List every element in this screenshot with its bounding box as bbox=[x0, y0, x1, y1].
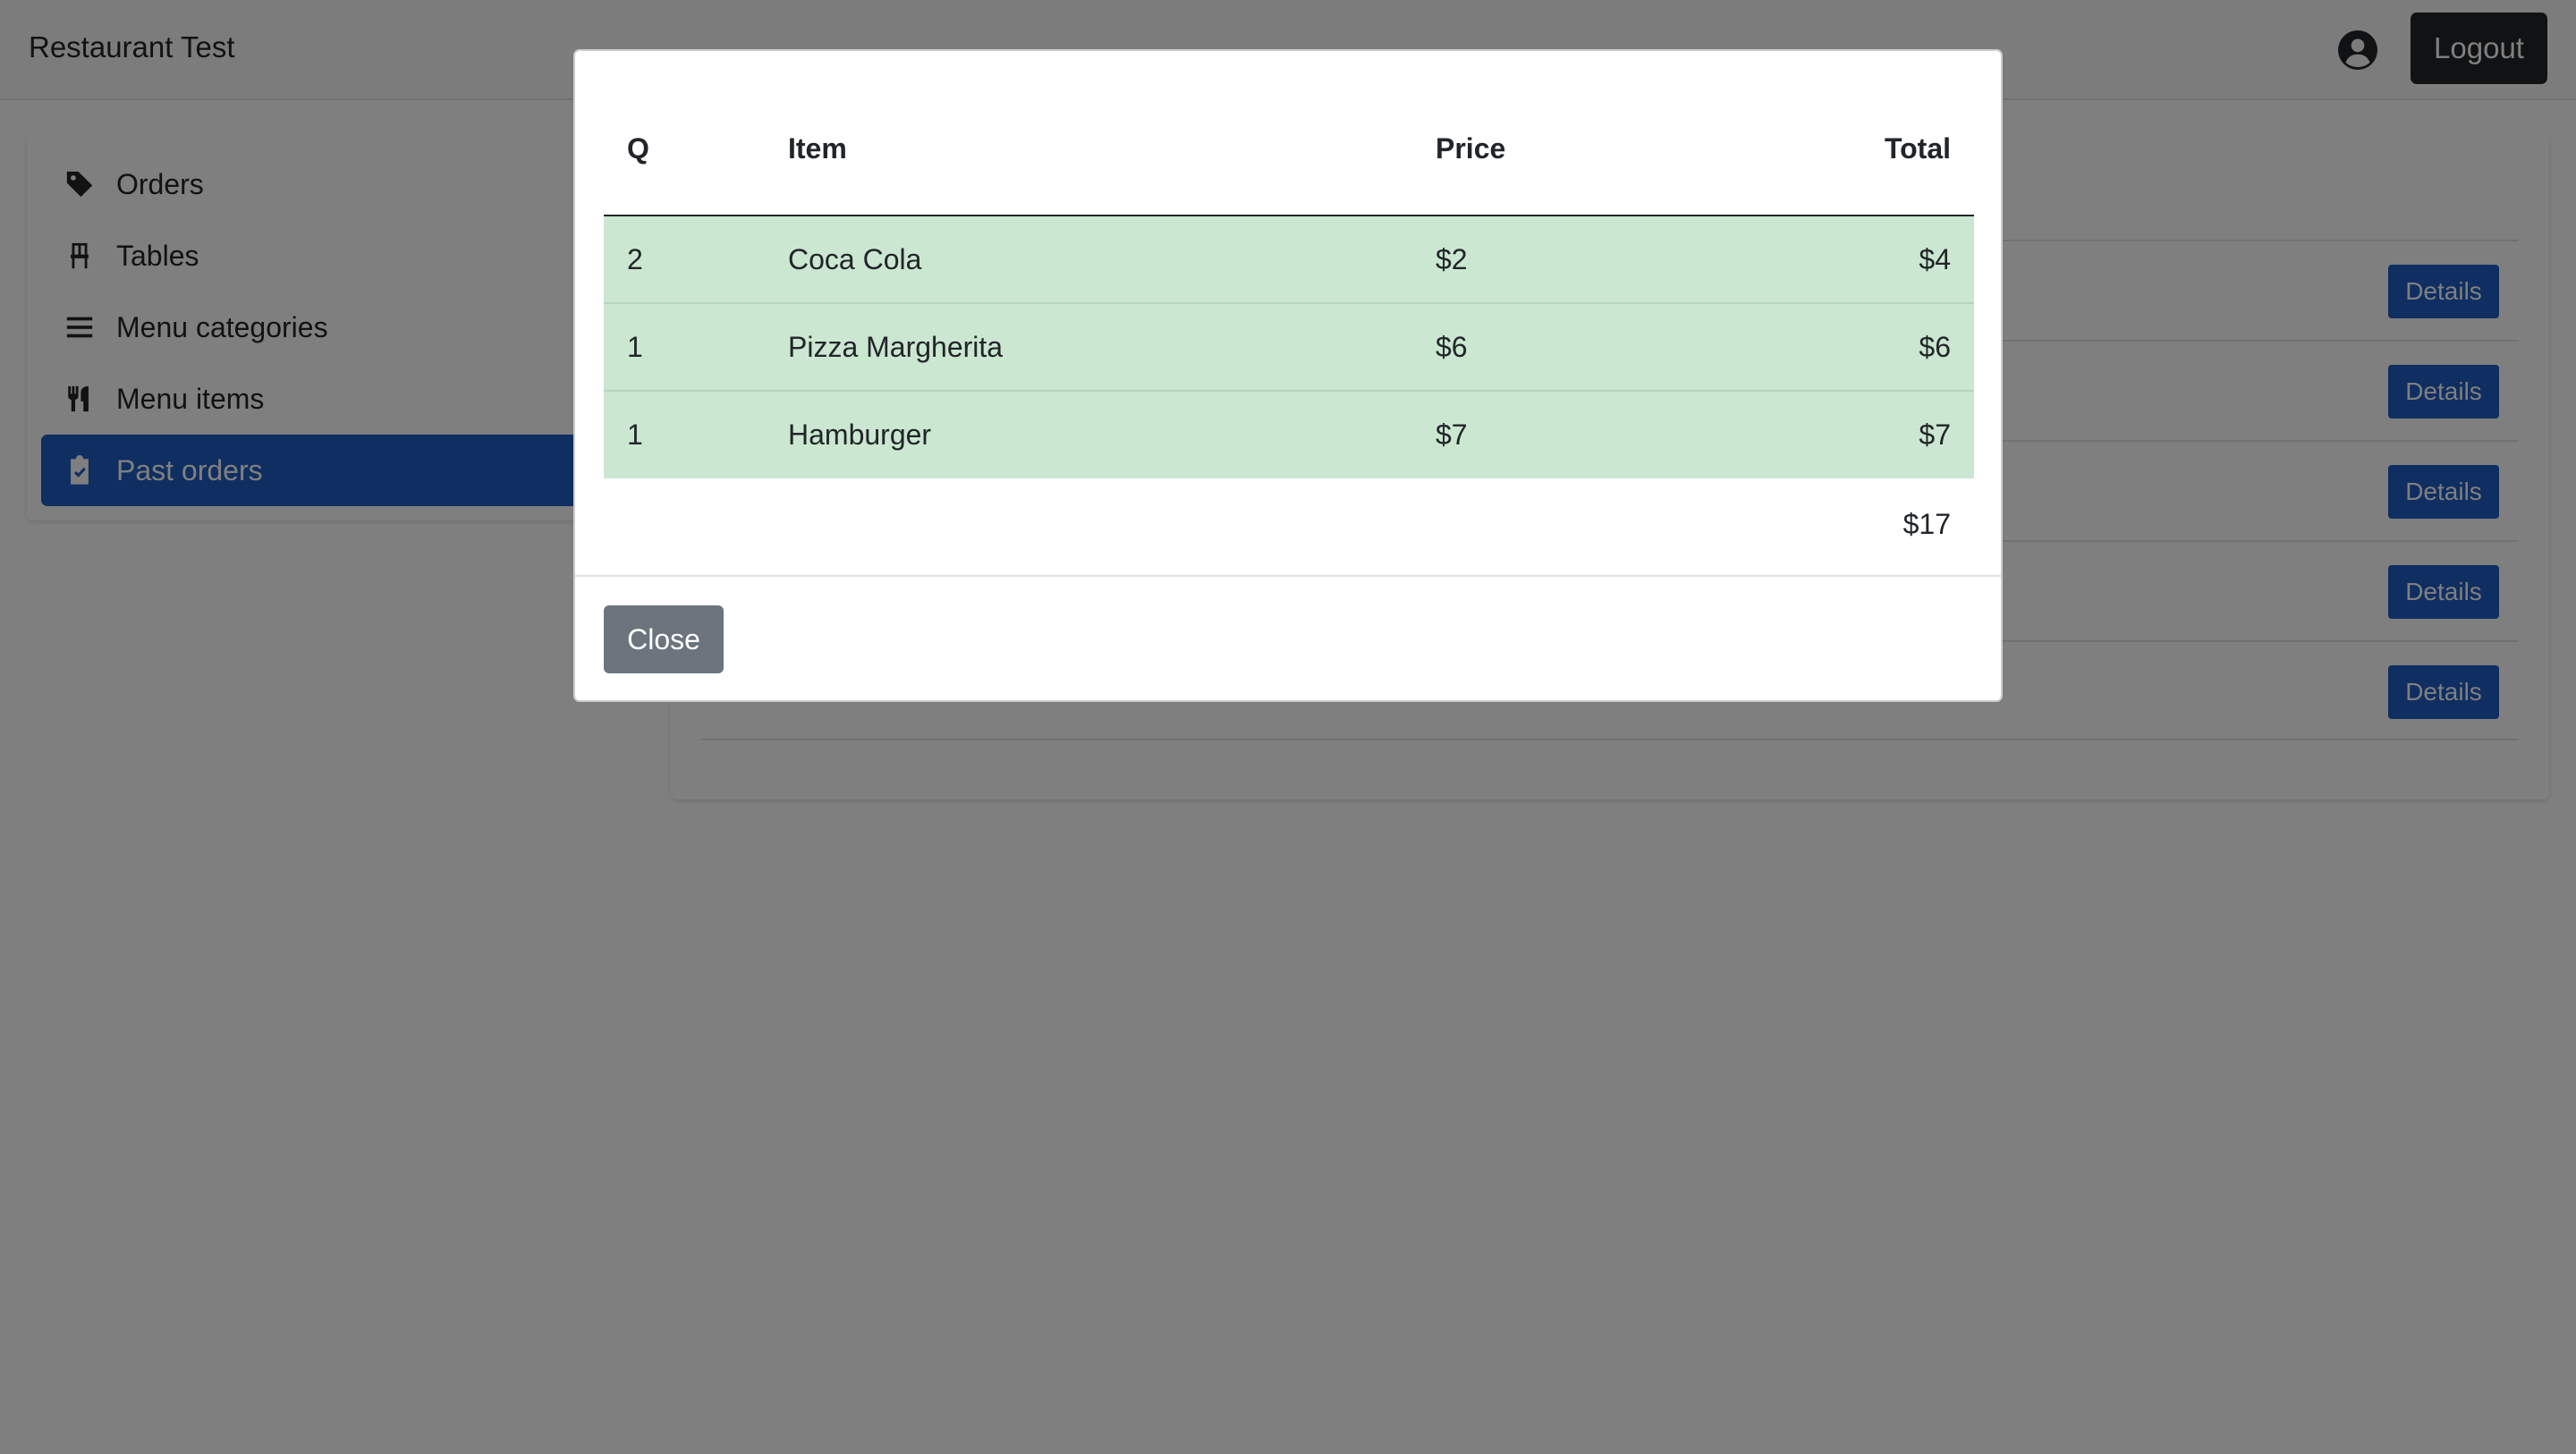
column-header-item: Item bbox=[765, 83, 1412, 216]
order-items-table: Q Item Price Total 2 Coca Cola $2 $4 1 P… bbox=[604, 83, 1974, 570]
quantity-cell: 1 bbox=[604, 302, 765, 391]
modal-footer: Close bbox=[575, 575, 2001, 702]
item-cell: Hamburger bbox=[765, 390, 1412, 478]
column-header-q: Q bbox=[604, 83, 765, 216]
app-root: Restaurant Test Logout Orders Tables Men… bbox=[0, 0, 2576, 1454]
grand-total-row: $17 bbox=[604, 478, 1974, 570]
table-row: 2 Coca Cola $2 $4 bbox=[604, 216, 1974, 303]
price-cell: $7 bbox=[1412, 390, 1772, 478]
item-cell: Pizza Margherita bbox=[765, 302, 1412, 391]
total-cell: $6 bbox=[1772, 302, 1974, 391]
quantity-cell: 1 bbox=[604, 390, 765, 478]
price-cell: $6 bbox=[1412, 302, 1772, 391]
grand-total: $17 bbox=[1772, 478, 1974, 570]
quantity-cell: 2 bbox=[604, 216, 765, 303]
item-cell: Coca Cola bbox=[765, 216, 1412, 303]
close-button[interactable]: Close bbox=[604, 605, 724, 673]
price-cell: $2 bbox=[1412, 216, 1772, 303]
order-details-modal: Q Item Price Total 2 Coca Cola $2 $4 1 P… bbox=[573, 49, 2003, 702]
total-cell: $4 bbox=[1772, 216, 1974, 303]
column-header-price: Price bbox=[1412, 83, 1772, 216]
table-header-row: Q Item Price Total bbox=[604, 83, 1974, 216]
table-row: 1 Pizza Margherita $6 $6 bbox=[604, 302, 1974, 391]
table-row: 1 Hamburger $7 $7 bbox=[604, 390, 1974, 478]
empty-cell bbox=[604, 478, 1772, 570]
column-header-total: Total bbox=[1772, 83, 1974, 216]
total-cell: $7 bbox=[1772, 390, 1974, 478]
